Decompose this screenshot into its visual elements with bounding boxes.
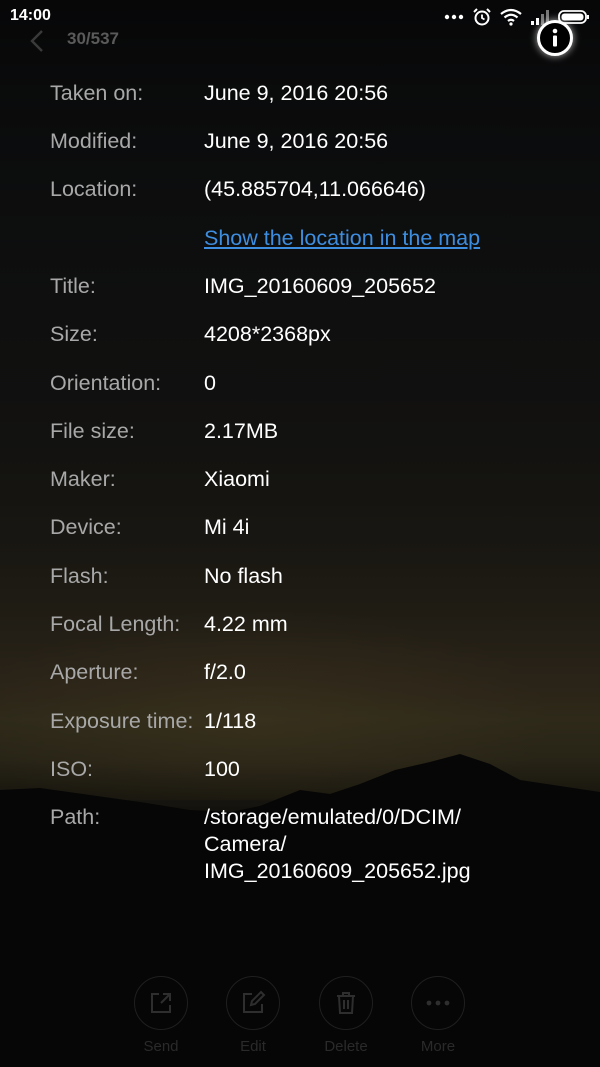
detail-label: Focal Length: <box>50 612 181 636</box>
path-line: Camera/ <box>204 832 287 856</box>
detail-value: Xiaomi <box>204 467 270 491</box>
detail-value: 4.22 mm <box>204 612 288 636</box>
chevron-left-icon[interactable] <box>26 28 48 54</box>
edit-label: Edit <box>240 1038 266 1055</box>
detail-label: ISO: <box>50 757 94 781</box>
detail-label: Taken on: <box>50 81 144 105</box>
delete-label: Delete <box>324 1038 368 1055</box>
detail-label: Maker: <box>50 467 116 491</box>
trash-icon <box>337 992 355 1014</box>
more-button-circle <box>411 976 465 1030</box>
viewer-top-bar: 30/537 <box>0 22 600 62</box>
detail-label: File size: <box>50 419 135 443</box>
detail-label: Path: <box>50 805 101 829</box>
detail-value: June 9, 2016 20:56 <box>204 129 389 153</box>
detail-value: 0 <box>204 371 216 395</box>
detail-value: 2.17MB <box>204 419 279 443</box>
delete-button[interactable]: Delete <box>306 976 386 1055</box>
edit-button[interactable]: Edit <box>213 976 293 1055</box>
send-button[interactable]: Send <box>121 976 201 1055</box>
delete-button-circle <box>319 976 373 1030</box>
edit-icon <box>243 990 266 1013</box>
detail-value: 4208*2368px <box>204 322 331 346</box>
detail-label: Flash: <box>50 564 109 588</box>
detail-label: Orientation: <box>50 371 162 395</box>
path-line: /storage/emulated/0/DCIM/ <box>204 805 461 829</box>
detail-label: Aperture: <box>50 660 139 684</box>
info-glyph-icon <box>552 28 558 47</box>
detail-label: Modified: <box>50 129 138 153</box>
photo-counter: 30/537 <box>67 29 119 48</box>
send-icon <box>151 993 171 1013</box>
show-location-map-link[interactable]: Show the location in the map <box>204 225 480 251</box>
more-button[interactable]: More <box>398 976 478 1055</box>
bottom-toolbar: Send Edit Delete More <box>0 970 600 1067</box>
detail-value: No flash <box>204 564 283 588</box>
detail-value: Mi 4i <box>204 515 250 539</box>
more-icon <box>426 1000 450 1006</box>
detail-value: 100 <box>204 757 240 781</box>
info-icon[interactable] <box>537 20 573 56</box>
detail-label: Title: <box>50 274 96 298</box>
detail-value: (45.885704,11.066646) <box>204 177 426 201</box>
send-label: Send <box>143 1038 179 1055</box>
send-button-circle <box>134 976 188 1030</box>
detail-label: Device: <box>50 515 122 539</box>
path-line: IMG_20160609_205652.jpg <box>204 859 471 883</box>
detail-label: Size: <box>50 322 98 346</box>
detail-value: 1/118 <box>204 709 257 733</box>
more-label: More <box>420 1038 456 1055</box>
detail-value: IMG_20160609_205652 <box>204 274 436 298</box>
detail-value: June 9, 2016 20:56 <box>204 81 389 105</box>
detail-label: Location: <box>50 177 138 201</box>
more-dots-icon <box>444 14 464 20</box>
detail-label: Exposure time: <box>50 709 194 733</box>
path-value: /storage/emulated/0/DCIM/ Camera/ IMG_20… <box>204 804 471 885</box>
edit-button-circle <box>226 976 280 1030</box>
detail-value: f/2.0 <box>204 660 246 684</box>
